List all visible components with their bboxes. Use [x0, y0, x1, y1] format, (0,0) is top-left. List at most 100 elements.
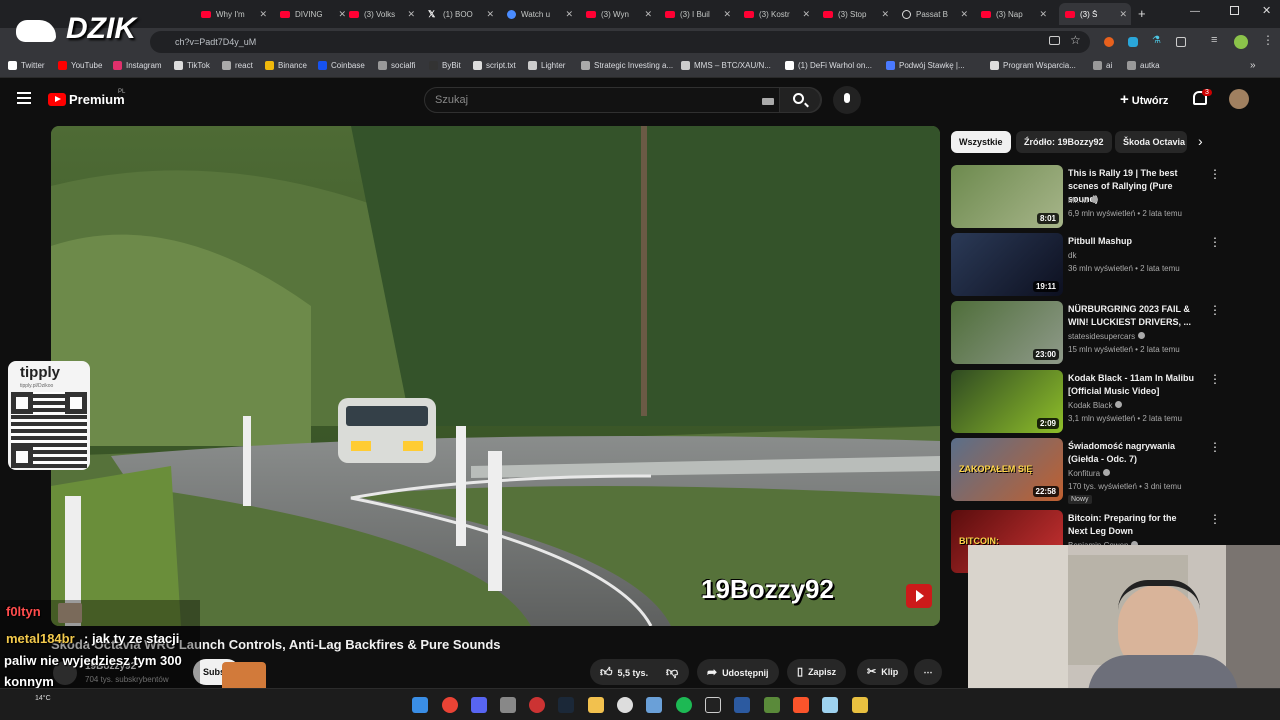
app-icon[interactable]: [500, 697, 516, 713]
channel-name[interactable]: dk: [1068, 251, 1076, 260]
close-tab-icon[interactable]: ✕: [960, 9, 968, 20]
close-tab-icon[interactable]: ✕: [881, 9, 889, 20]
browser-tab[interactable]: (3) Š ✕: [1059, 3, 1131, 25]
extension-icon-1[interactable]: [1104, 37, 1114, 47]
browser-tab[interactable]: Watch u ✕: [501, 3, 577, 25]
create-button[interactable]: + Utwórz: [1120, 91, 1168, 108]
bookmark-item[interactable]: ByBit: [429, 61, 461, 70]
bookmark-item[interactable]: Binance: [265, 61, 307, 70]
voice-search-button[interactable]: [833, 86, 861, 114]
extensions-puzzle-icon[interactable]: [1176, 37, 1186, 47]
recommended-video[interactable]: ZAKOPAŁEM SIĘ 22:58 Świadomość nagrywania …: [951, 438, 1221, 504]
bookmark-item[interactable]: Instagram: [113, 61, 162, 70]
browser-tab[interactable]: (3) I Buil ✕: [659, 3, 735, 25]
bookmark-item[interactable]: Lighter: [528, 61, 565, 70]
browser-tab[interactable]: (3) Wyn ✕: [580, 3, 656, 25]
browser-tab[interactable]: (3) Volks ✕: [343, 3, 419, 25]
more-options-icon[interactable]: ⋮: [1209, 303, 1221, 317]
more-actions-button[interactable]: ⋯: [914, 659, 942, 685]
close-tab-icon[interactable]: ✕: [644, 9, 652, 20]
chip-all[interactable]: Wszystkie: [951, 131, 1011, 153]
browser-tab[interactable]: DIVING ✕: [274, 3, 350, 25]
more-options-icon[interactable]: ⋮: [1209, 167, 1221, 181]
video-thumbnail[interactable]: 19:11: [951, 233, 1063, 296]
spotify-icon[interactable]: [676, 697, 692, 713]
file-explorer-icon[interactable]: [588, 697, 604, 713]
channel-name[interactable]: Konfitura: [1068, 469, 1111, 478]
youtube-logo-icon[interactable]: [48, 93, 66, 106]
video-title[interactable]: Kodak Black - 11am In Malibu [Official M…: [1068, 372, 1196, 398]
bookmark-item[interactable]: script.txt: [473, 61, 516, 70]
app-icon[interactable]: [852, 697, 868, 713]
more-options-icon[interactable]: ⋮: [1209, 512, 1221, 526]
chip-source[interactable]: Źródło: 19Bozzy92: [1016, 131, 1112, 153]
browser-tab[interactable]: Passat B ✕: [896, 3, 972, 25]
address-bar[interactable]: ch?v=Padt7D4y_uM: [150, 31, 1090, 53]
share-button[interactable]: ➦ Udostępnij: [697, 659, 779, 685]
windows-start-icon[interactable]: [412, 697, 428, 713]
notepad-icon[interactable]: [822, 697, 838, 713]
video-title[interactable]: Świadomość nagrywania (Giełda - Odc. 7): [1068, 440, 1196, 466]
bookmark-item[interactable]: autka: [1127, 61, 1160, 70]
bookmark-item[interactable]: Podwój Stawkę |...: [886, 61, 965, 70]
channel-name[interactable]: Kodak Black: [1068, 401, 1123, 410]
bookmark-item[interactable]: Program Wsparcia...: [990, 61, 1076, 70]
app-icon[interactable]: [764, 697, 780, 713]
channel-name[interactable]: statesidesupercars: [1068, 332, 1146, 341]
install-app-icon[interactable]: [1049, 36, 1060, 45]
close-tab-icon[interactable]: ✕: [407, 9, 415, 20]
chevron-right-icon[interactable]: ›: [1198, 133, 1203, 149]
bookmark-item[interactable]: Twitter: [8, 61, 45, 70]
bookmark-item[interactable]: YouTube: [58, 61, 102, 70]
video-title[interactable]: NÜRBURGRING 2023 FAIL & WIN! LUCKIEST DR…: [1068, 303, 1196, 329]
more-options-icon[interactable]: ⋮: [1209, 440, 1221, 454]
bookmark-item[interactable]: Strategic Investing a...: [581, 61, 673, 70]
app-icon[interactable]: [529, 697, 545, 713]
video-player[interactable]: 19Bozzy92: [51, 126, 940, 626]
account-avatar[interactable]: [1229, 89, 1249, 109]
close-tab-icon[interactable]: ✕: [1119, 9, 1127, 20]
thumb-down-icon[interactable]: 👎︎: [666, 659, 678, 685]
close-tab-icon[interactable]: ✕: [486, 9, 494, 20]
browser-tab[interactable]: (3) Nap ✕: [975, 3, 1051, 25]
close-tab-icon[interactable]: ✕: [1039, 9, 1047, 20]
bookmark-item[interactable]: (1) DeFi Warhol on...: [785, 61, 872, 70]
browser-tab[interactable]: Why I'm ✕: [195, 3, 271, 25]
recommended-video[interactable]: 2:09 Kodak Black - 11am In Malibu [Offici…: [951, 370, 1221, 434]
channel-name[interactable]: Mr. M: [1068, 196, 1098, 205]
bookmark-item[interactable]: socialfi: [378, 61, 415, 70]
more-bookmarks-icon[interactable]: »: [1250, 60, 1256, 71]
reading-list-icon[interactable]: ≡: [1211, 34, 1217, 46]
browser-tab[interactable]: (3) Stop ✕: [817, 3, 893, 25]
chip-skoda[interactable]: Škoda Octavia: [1115, 131, 1187, 153]
steam-icon[interactable]: [558, 697, 574, 713]
subscribe-watermark-icon[interactable]: [906, 584, 932, 608]
extension-icon-2[interactable]: [1128, 37, 1138, 47]
bookmark-item[interactable]: TikTok: [174, 61, 210, 70]
keyboard-icon[interactable]: [762, 98, 774, 105]
search-button[interactable]: [779, 87, 821, 113]
bookmark-item[interactable]: MMS – BTC/XAU/N...: [681, 61, 771, 70]
bookmark-item[interactable]: Coinbase: [318, 61, 365, 70]
bookmark-item[interactable]: react: [222, 61, 253, 70]
bookmark-star-icon[interactable]: ☆: [1070, 33, 1081, 47]
brave-icon[interactable]: [793, 697, 809, 713]
new-tab-icon[interactable]: +: [1138, 6, 1146, 21]
chrome-icon[interactable]: [442, 697, 458, 713]
close-tab-icon[interactable]: ✕: [565, 9, 573, 20]
recommended-video[interactable]: 23:00 NÜRBURGRING 2023 FAIL & WIN! LUCKIE…: [951, 301, 1221, 365]
youtube-logo-text[interactable]: Premium: [69, 92, 125, 107]
minimize-icon[interactable]: —: [1190, 6, 1200, 17]
extension-icon-3[interactable]: ⚗: [1152, 35, 1161, 46]
browser-tab[interactable]: (3) Kostr ✕: [738, 3, 814, 25]
video-title[interactable]: Bitcoin: Preparing for the Next Leg Down: [1068, 512, 1196, 538]
close-tab-icon[interactable]: ✕: [802, 9, 810, 20]
search-input[interactable]: Szukaj: [435, 94, 468, 106]
video-title[interactable]: Pitbull Mashup: [1068, 235, 1196, 248]
like-button[interactable]: 👍︎ 5,5 tys. 👎︎: [590, 659, 689, 685]
video-thumbnail[interactable]: 23:00: [951, 301, 1063, 364]
bookmark-item[interactable]: ai: [1093, 61, 1112, 70]
recommended-video[interactable]: 19:11 Pitbull Mashup dk 36 mln wyświetleń •…: [951, 233, 1221, 297]
browser-tab[interactable]: 𝕏 (1) BOO ✕: [422, 3, 498, 25]
close-window-icon[interactable]: ✕: [1262, 4, 1271, 17]
